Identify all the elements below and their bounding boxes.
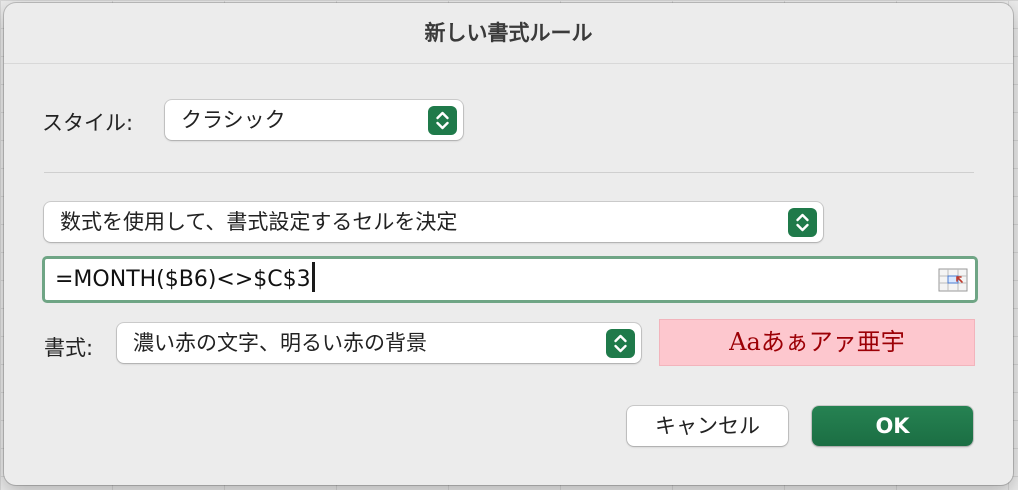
style-label: スタイル: — [42, 111, 134, 135]
format-popup[interactable]: 濃い赤の文字、明るい赤の背景 — [117, 323, 641, 363]
formula-value: =MONTH($B6)<>$C$3 — [55, 267, 311, 292]
style-popup[interactable]: クラシック — [165, 100, 463, 140]
title-divider — [4, 63, 1013, 64]
format-label: 書式: — [44, 336, 94, 360]
chevron-up-down-icon — [428, 106, 457, 135]
text-caret — [311, 262, 315, 292]
formula-input[interactable]: =MONTH($B6)<>$C$3 — [42, 256, 978, 303]
section-divider — [44, 172, 974, 173]
dialog-title: 新しい書式ルール — [424, 21, 593, 45]
cancel-button[interactable]: キャンセル — [627, 406, 788, 446]
ok-button[interactable]: OK — [812, 406, 973, 446]
chevron-up-down-icon — [606, 329, 635, 358]
chevron-up-down-icon — [788, 208, 817, 237]
range-selector-icon[interactable] — [938, 267, 968, 293]
new-formatting-rule-dialog: 新しい書式ルール スタイル: クラシック 数式を使用して、書式設定するセルを決定… — [4, 3, 1013, 485]
rule-type-value: 数式を使用して、書式設定するセルを決定 — [60, 210, 458, 234]
format-preview: Aaあぁアァ亜宇 — [659, 319, 975, 366]
style-popup-value: クラシック — [181, 108, 286, 132]
formula-text-wrap: =MONTH($B6)<>$C$3 — [55, 259, 315, 301]
rule-type-popup[interactable]: 数式を使用して、書式設定するセルを決定 — [44, 202, 823, 242]
format-popup-value: 濃い赤の文字、明るい赤の背景 — [133, 331, 427, 355]
